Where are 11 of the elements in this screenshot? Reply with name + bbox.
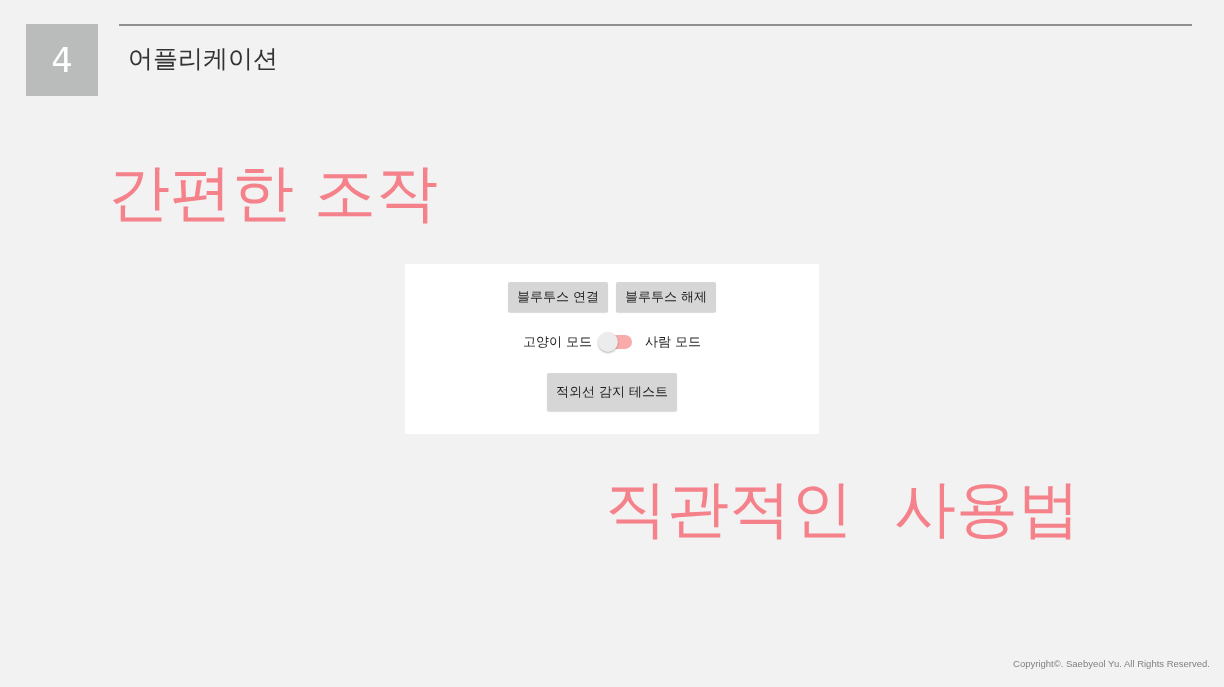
bluetooth-button[interactable]: 블루투스 해제 [616, 282, 717, 312]
headline-text: 직관적인 사용법 [605, 478, 1081, 540]
copyright-text: Copyright©. Saebyeol Yu. All Rights Reserved. [1013, 656, 1210, 671]
slide-number: 4 [26, 24, 98, 96]
switch-label: 고양이 모드 [522, 333, 592, 352]
headline-text: 간편한 조작 [108, 162, 438, 224]
bluetooth-button[interactable]: 블루투스 연결 [507, 282, 608, 312]
mode-switch[interactable] [598, 332, 632, 352]
sensor-test-button[interactable]: 적외선 감지 테스트 [546, 373, 678, 411]
switch-label: 사람 모드 [645, 333, 702, 352]
slide-title: 어플리케이션 [128, 46, 278, 71]
